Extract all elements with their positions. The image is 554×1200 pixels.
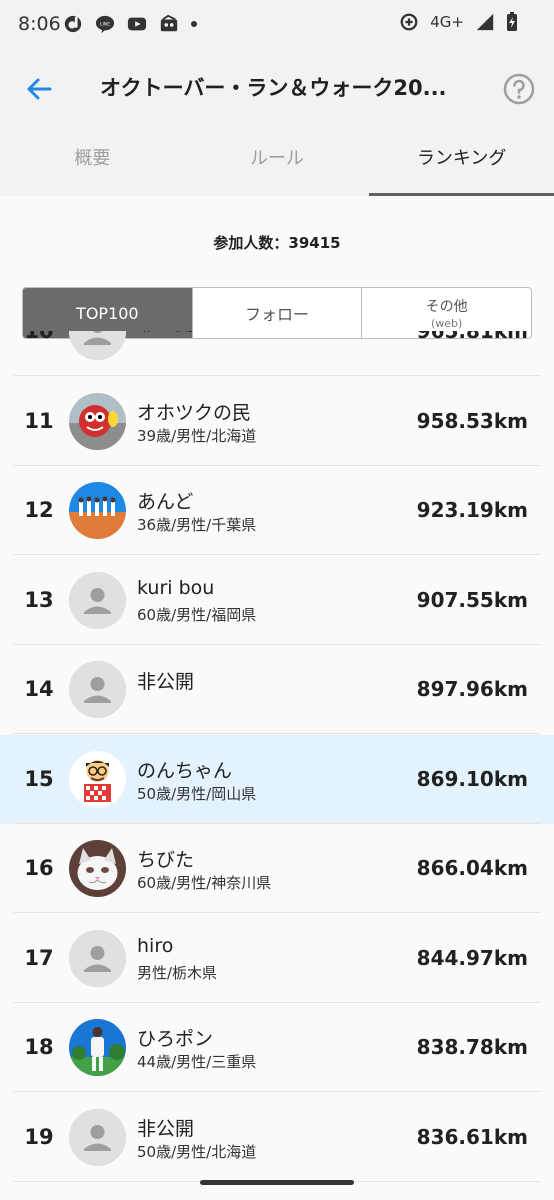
tab-bar: 概要 ルール ランキング [0, 128, 554, 196]
participant-count: 参加人数：39415 [0, 232, 554, 253]
system-icons: 4G+ [398, 12, 518, 32]
user-profile-info: 60歳/男性/神奈川県 [137, 874, 272, 892]
other-sub-label: (web) [431, 317, 463, 330]
tab-overview[interactable]: 概要 [0, 128, 185, 196]
user-profile-info: 男性/栃木県 [137, 963, 218, 982]
ranking-row[interactable]: 17 hiro 男性/栃木県 844.97km [0, 914, 554, 1003]
home-indicator[interactable] [200, 1180, 354, 1185]
page-title: オクトーバー・ラン＆ウォーク20... [100, 76, 447, 100]
network-type: 4G+ [430, 13, 464, 31]
user-profile-info: 36歳/男性/千葉県 [137, 516, 257, 534]
signal-icon [476, 13, 494, 31]
ranking-row[interactable]: 15 のんちゃん 50歳/男性/岡山県 869.10km [0, 734, 554, 824]
user-avatar[interactable] [69, 482, 126, 539]
user-name: のんちゃん [137, 759, 233, 782]
user-profile-info: 39歳/男性/北海道 [137, 426, 257, 445]
rank-number: 13 [24, 587, 54, 612]
ranking-row[interactable]: 18 ひろポン 44歳/男性/三重県 838.78km [0, 1003, 554, 1092]
user-avatar[interactable] [69, 392, 126, 450]
distance-value: 958.53km [416, 408, 528, 433]
user-name: オホツクの民 [137, 401, 252, 424]
ranking-row[interactable]: 14 非公開 897.96km [0, 645, 554, 734]
user-name: kuri bou [137, 576, 215, 599]
back-arrow-icon[interactable] [22, 72, 56, 106]
battery-icon [507, 12, 517, 31]
rank-number: 10 [24, 331, 54, 343]
rank-number: 14 [24, 677, 54, 701]
distance-value: 965.81km [416, 331, 528, 343]
tab-rules[interactable]: ルール [185, 128, 370, 196]
tab-ranking[interactable]: ランキング [369, 128, 554, 196]
rank-number: 15 [24, 766, 54, 791]
default-avatar-icon[interactable] [69, 331, 126, 360]
rank-number: 19 [24, 1124, 54, 1149]
app-bar: オクトーバー・ラン＆ウォーク20... [0, 50, 554, 128]
rank-number: 18 [24, 1035, 54, 1059]
ranking-row[interactable]: 19 非公開 50歳/男性/北海道 836.61km [0, 1093, 554, 1182]
top100-label: TOP100 [76, 303, 139, 323]
user-profile-info: 60歳/男性/福岡県 [137, 605, 257, 624]
d-app-icon [64, 15, 82, 33]
ranking-row[interactable]: 12 あんど 36歳/男性/千葉県 923.19km [0, 466, 554, 555]
participant-number: 39415 [288, 234, 341, 252]
distance-value: 836.61km [416, 1124, 528, 1149]
ranking-list[interactable]: 10非公開965.81km11オホツクの民39歳/男性/北海道958.53km1… [0, 331, 554, 1200]
user-name: 非公開 [137, 331, 194, 336]
ranking-row[interactable]: 13 kuri bou 60歳/男性/福岡県 907.55km [0, 556, 554, 645]
youtube-icon [127, 17, 147, 31]
ranking-row[interactable]: 10 非公開 965.81km [0, 331, 554, 376]
default-avatar-icon[interactable] [69, 929, 126, 987]
ranking-row[interactable]: 16 ちびた 60歳/男性/神奈川県 866.04km [0, 824, 554, 913]
help-icon[interactable] [502, 72, 536, 106]
distance-value: 866.04km [416, 856, 528, 880]
user-name: hiro [137, 934, 174, 957]
default-avatar-icon[interactable] [69, 661, 126, 718]
distance-value: 869.10km [416, 766, 528, 791]
user-name: ひろポン [137, 1028, 214, 1050]
line-icon: LINE [95, 15, 115, 34]
status-bar: 8:06 LINE 4G+ [0, 0, 554, 50]
rank-number: 12 [24, 498, 54, 522]
user-name: 非公開 [137, 671, 195, 693]
status-time: 8:06 [18, 13, 61, 35]
follow-label: フォロー [245, 305, 310, 324]
user-profile-info: 50歳/男性/岡山県 [137, 784, 257, 803]
default-avatar-icon[interactable] [69, 571, 126, 629]
rank-number: 16 [24, 856, 54, 880]
user-name: 非公開 [137, 1117, 195, 1140]
user-avatar[interactable] [69, 1019, 126, 1076]
other-label: その他 [425, 299, 468, 315]
default-avatar-icon[interactable] [69, 1108, 126, 1166]
distance-value: 923.19km [416, 498, 528, 522]
data-saver-icon [400, 13, 418, 31]
distance-value: 844.97km [416, 945, 528, 970]
user-name: ちびた [137, 849, 195, 871]
distance-value: 897.96km [416, 677, 528, 701]
app-notification-icon [160, 14, 178, 32]
rank-number: 17 [24, 945, 54, 970]
user-avatar[interactable] [69, 840, 126, 897]
user-avatar[interactable] [69, 750, 126, 808]
user-profile-info: 50歳/男性/北海道 [137, 1142, 257, 1161]
rank-number: 11 [24, 408, 54, 433]
distance-value: 838.78km [416, 1035, 528, 1059]
participant-label: 参加人数： [213, 234, 289, 252]
ranking-row[interactable]: 11 オホツクの民 39歳/男性/北海道 958.53km [0, 377, 554, 466]
notification-icons: LINE [62, 14, 198, 34]
more-notifications-dot-icon [191, 21, 197, 27]
user-profile-info: 44歳/男性/三重県 [137, 1053, 257, 1071]
distance-value: 907.55km [416, 587, 528, 612]
user-name: あんど [137, 491, 194, 513]
svg-text:LINE: LINE [100, 21, 110, 27]
